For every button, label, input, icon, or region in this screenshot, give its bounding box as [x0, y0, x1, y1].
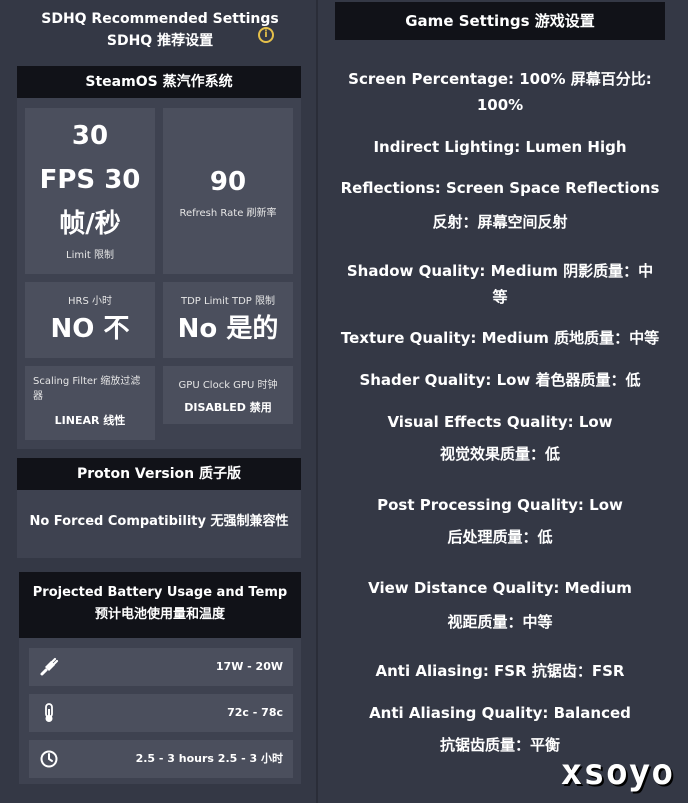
steamos-title: SteamOS 蒸汽作系统 — [17, 66, 301, 98]
proton-title: Proton Version 质子版 — [17, 458, 301, 490]
scaling-value: LINEAR 线性 — [54, 414, 126, 427]
battery-section: Projected Battery Usage and Temp 预计电池使用量… — [19, 572, 301, 784]
scaling-tile: Scaling Filter 缩放过滤器 LINEAR 线性 — [25, 366, 155, 440]
setting-line: Post Processing Quality: Low — [377, 496, 623, 514]
plug-icon — [40, 657, 59, 676]
setting-line: Anti Aliasing: FSR 抗锯齿：FSR — [375, 662, 625, 680]
setting-screen-percentage: Screen Percentage: 100% 屏幕百分比: 100% — [335, 66, 665, 118]
setting-shadow-quality: Shadow Quality: Medium 阴影质量：中 等 — [335, 258, 665, 310]
hrs-tile: HRS 小时 NO 不 — [25, 282, 155, 358]
setting-line: Indirect Lighting: Lumen High — [373, 138, 627, 156]
tdp-value: No 是的 — [177, 314, 279, 344]
setting-anti-aliasing: Anti Aliasing: FSR 抗锯齿：FSR — [335, 658, 665, 684]
tdp-label: TDP Limit TDP 限制 — [180, 296, 275, 307]
fps-value-3: 帧/秒 — [59, 209, 121, 239]
setting-line: Visual Effects Quality: Low — [387, 413, 613, 431]
battery-row-time: 2.5 - 3 hours 2.5 - 3 小时 — [29, 740, 293, 778]
setting-line: Texture Quality: Medium 质地质量：中等 — [340, 329, 660, 347]
steamos-section: SteamOS 蒸汽作系统 30 FPS 30 帧/秒 Limit 限制 90 … — [17, 66, 301, 449]
refresh-value: 90 — [209, 167, 247, 197]
proton-value: No Forced Compatibility 无强制兼容性 — [29, 514, 289, 529]
fps-value-1: 30 — [71, 121, 109, 151]
setting-line: 视觉效果质量：低 — [439, 445, 560, 463]
clock-icon — [40, 750, 58, 768]
battery-row-power: 17W - 20W — [29, 648, 293, 686]
setting-indirect-lighting: Indirect Lighting: Lumen High — [335, 134, 665, 160]
setting-line: 视距质量：中等 — [447, 613, 553, 631]
setting-line: Shader Quality: Low 着色器质量：低 — [359, 371, 641, 389]
temp-text: 72c - 78c — [227, 706, 283, 719]
watermark-logo: xsoyo — [560, 752, 674, 793]
proton-section: Proton Version 质子版 No Forced Compatibili… — [17, 458, 301, 558]
hrs-label: HRS 小时 — [68, 296, 112, 307]
refresh-tile: 90 Refresh Rate 刷新率 — [163, 108, 293, 274]
gpu-clock-label: GPU Clock GPU 时钟 — [178, 380, 278, 391]
setting-line: View Distance Quality: Medium — [368, 579, 632, 597]
setting-line: 100% — [476, 96, 524, 114]
setting-texture-quality: Texture Quality: Medium 质地质量：中等 — [335, 325, 665, 351]
fps-value-2: FPS 30 — [39, 165, 141, 195]
refresh-label: Refresh Rate 刷新率 — [179, 208, 277, 219]
setting-post-processing: Post Processing Quality: Low 后处理质量：低 — [335, 492, 665, 550]
setting-view-distance: View Distance Quality: Medium 视距质量：中等 — [335, 575, 665, 635]
setting-shader-quality: Shader Quality: Low 着色器质量：低 — [335, 367, 665, 393]
game-settings-title: Game Settings 游戏设置 — [335, 2, 665, 40]
thermometer-icon — [45, 703, 53, 722]
setting-line: 反射：屏幕空间反射 — [432, 213, 568, 231]
battery-title-zh: 预计电池使用量和温度 — [94, 607, 225, 622]
gpu-clock-tile: GPU Clock GPU 时钟 DISABLED 禁用 — [163, 366, 293, 424]
battery-row-temp: 72c - 78c — [29, 694, 293, 732]
power-text: 17W - 20W — [215, 660, 283, 673]
game-settings-panel: Game Settings 游戏设置 Screen Percentage: 10… — [318, 0, 688, 803]
gpu-clock-value: DISABLED 禁用 — [184, 401, 272, 414]
setting-line: Shadow Quality: Medium 阴影质量：中 — [346, 262, 654, 280]
setting-line: Reflections: Screen Space Reflections — [340, 179, 660, 197]
fps-tile: 30 FPS 30 帧/秒 Limit 限制 — [25, 108, 155, 274]
info-icon[interactable]: i — [258, 27, 274, 43]
setting-line: Anti Aliasing Quality: Balanced — [369, 704, 631, 722]
scaling-label: Scaling Filter 缩放过滤器 — [33, 376, 141, 402]
setting-line: Screen Percentage: 100% 屏幕百分比: — [348, 70, 652, 88]
battery-header: Projected Battery Usage and Temp 预计电池使用量… — [19, 572, 301, 638]
setting-reflections: Reflections: Screen Space Reflections 反射… — [335, 175, 665, 235]
setting-visual-effects: Visual Effects Quality: Low 视觉效果质量：低 — [335, 409, 665, 467]
battery-title-en: Projected Battery Usage and Temp — [32, 585, 288, 600]
setting-line: 后处理质量：低 — [447, 528, 553, 546]
tdp-tile: TDP Limit TDP 限制 No 是的 — [163, 282, 293, 358]
setting-anti-aliasing-quality: Anti Aliasing Quality: Balanced 抗锯齿质量：平衡 — [335, 700, 665, 758]
time-text: 2.5 - 3 hours 2.5 - 3 小时 — [135, 752, 283, 765]
setting-line: 等 — [492, 288, 508, 306]
hrs-value: NO 不 — [50, 314, 130, 344]
fps-label: Limit 限制 — [66, 250, 114, 261]
